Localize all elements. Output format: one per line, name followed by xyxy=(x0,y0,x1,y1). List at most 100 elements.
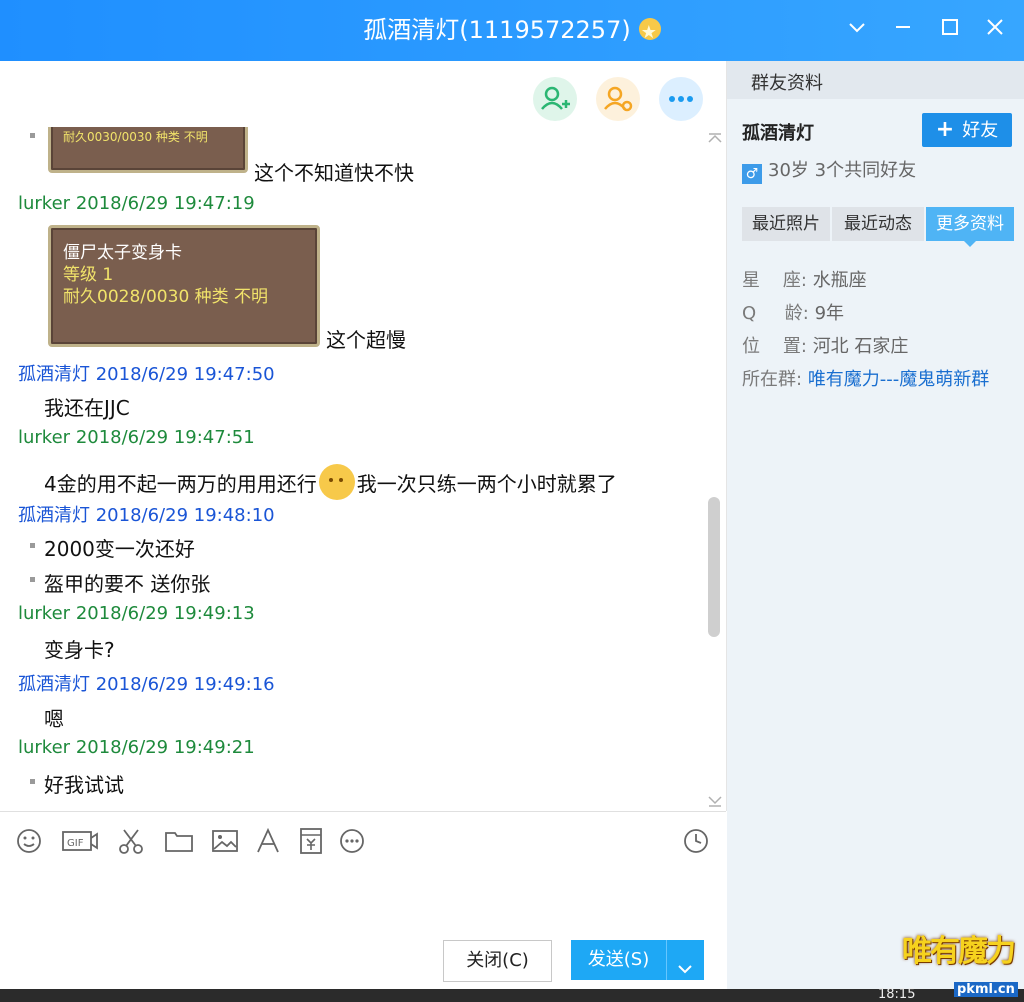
message-time: 2018/6/29 19:49:21 xyxy=(75,737,255,758)
sender-name: 孤酒清灯 xyxy=(18,674,90,695)
emoji-icon xyxy=(318,464,355,500)
tab-recent-photos[interactable]: 最近照片 xyxy=(742,207,830,241)
message-text: 嗯 xyxy=(44,707,64,731)
info-row-qage: Q 龄: 9年 xyxy=(742,299,844,325)
item-card-image[interactable]: 耐久0030/0030 种类 不明 xyxy=(48,127,248,173)
tab-more-info[interactable]: 更多资料 xyxy=(926,207,1014,241)
sender-name: lurker xyxy=(18,737,71,758)
sender-name: 孤酒清灯 xyxy=(18,364,90,385)
bullet xyxy=(30,543,35,548)
vip-star-icon xyxy=(638,2,661,63)
message-meta: lurker 2018/6/29 19:47:51 xyxy=(18,427,255,448)
message-time: 2018/6/29 19:47:51 xyxy=(75,427,255,448)
info-label: Q 龄: xyxy=(742,303,809,324)
info-value: 河北 石家庄 xyxy=(812,336,909,357)
profile-name: 孤酒清灯 xyxy=(742,123,814,144)
info-value: 9年 xyxy=(814,303,845,324)
scroll-down-icon[interactable] xyxy=(706,794,724,808)
folder-icon[interactable] xyxy=(164,826,194,856)
more-icon[interactable] xyxy=(337,826,367,856)
window-title: 孤酒清灯(1119572257) xyxy=(363,16,631,44)
card-durability: 耐久0028/0030 种类 不明 xyxy=(63,287,269,307)
message-text: 这个不知道快不快 xyxy=(254,161,414,185)
more-icon[interactable] xyxy=(659,77,703,121)
emoji-icon[interactable] xyxy=(14,826,44,856)
sender-name: lurker xyxy=(18,193,71,214)
item-card-image[interactable]: 僵尸太子变身卡 等级 1 耐久0028/0030 种类 不明 xyxy=(48,225,320,347)
chevron-down-icon[interactable] xyxy=(842,14,872,46)
info-label: 星 座: xyxy=(742,270,807,291)
message-time: 2018/6/29 19:49:13 xyxy=(75,603,255,624)
message-text: 2000变一次还好 xyxy=(44,537,195,561)
info-row-zodiac: 星 座: 水瓶座 xyxy=(742,266,867,292)
message-text: 这个超慢 xyxy=(326,328,406,352)
sender-name: lurker xyxy=(18,427,71,448)
message-time: 2018/6/29 19:47:19 xyxy=(75,193,255,214)
male-icon: ♂ xyxy=(742,164,762,184)
bullet xyxy=(30,577,35,582)
plus-icon: + xyxy=(935,117,955,142)
watermark-url: pkml.cn xyxy=(954,982,1018,997)
tab-recent-activity[interactable]: 最近动态 xyxy=(832,207,924,241)
info-label: 所在群: xyxy=(742,369,803,390)
message-meta: 孤酒清灯 2018/6/29 19:49:16 xyxy=(18,670,275,696)
taskbar: 18:15 xyxy=(0,987,1024,1002)
user-settings-icon[interactable] xyxy=(596,77,640,121)
bullet xyxy=(30,133,35,138)
message-meta: 孤酒清灯 2018/6/29 19:47:50 xyxy=(18,360,275,386)
add-friend-button[interactable]: + 好友 xyxy=(922,113,1012,147)
gif-icon[interactable]: GIF xyxy=(61,826,99,856)
close-icon[interactable] xyxy=(980,14,1010,46)
message-time: 2018/6/29 19:47:50 xyxy=(95,364,275,385)
sender-name: lurker xyxy=(18,603,71,624)
history-icon[interactable] xyxy=(681,826,711,856)
profile-panel: 群友资料 孤酒清灯 + 好友 ♂ 30岁 3个共同好友 最近照片 最近动态 更多资料… xyxy=(727,61,1024,989)
message-text: 我还在JJC xyxy=(44,396,130,420)
message-meta: lurker 2018/6/29 19:49:21 xyxy=(18,737,255,758)
chevron-down-icon[interactable] xyxy=(675,952,695,974)
info-row-location: 位 置: 河北 石家庄 xyxy=(742,332,908,358)
message-time: 2018/6/29 19:48:10 xyxy=(95,505,275,526)
message-text: 变身卡? xyxy=(44,638,115,662)
minimize-icon[interactable] xyxy=(888,14,918,46)
chat-scrollbar[interactable] xyxy=(708,497,720,637)
svg-text:GIF: GIF xyxy=(67,838,84,849)
sender-name: 孤酒清灯 xyxy=(18,505,90,526)
maximize-icon[interactable] xyxy=(935,14,965,46)
info-label: 位 置: xyxy=(742,336,807,357)
scroll-up-icon[interactable] xyxy=(706,129,724,143)
image-icon[interactable] xyxy=(210,826,240,856)
add-friend-icon[interactable] xyxy=(533,77,577,121)
group-link[interactable]: 唯有魔力---魔鬼萌新群 xyxy=(808,369,990,390)
message-text-with-emoji: 4金的用不起一两万的用用还行 我一次只练一两个小时就累了 xyxy=(44,464,617,500)
input-toolbar: GIF xyxy=(0,811,726,870)
message-text: 4金的用不起一两万的用用还行 xyxy=(44,472,317,496)
scissors-icon[interactable] xyxy=(116,826,146,856)
bullet xyxy=(30,779,35,784)
stats-text: 30岁 3个共同好友 xyxy=(768,160,917,181)
font-icon[interactable] xyxy=(253,826,283,856)
message-meta: 孤酒清灯 2018/6/29 19:48:10 xyxy=(18,501,275,527)
watermark-text: 唯有魔力 xyxy=(902,934,1016,969)
info-value: 水瓶座 xyxy=(812,270,867,291)
message-text: 我一次只练一两个小时就累了 xyxy=(356,472,617,496)
message-text: 盔甲的要不 送你张 xyxy=(44,572,211,596)
message-list[interactable]: 耐久0030/0030 种类 不明 这个不知道快不快 lurker 2018/6… xyxy=(0,127,705,811)
message-time: 2018/6/29 19:49:16 xyxy=(95,674,275,695)
info-row-group: 所在群: 唯有魔力---魔鬼萌新群 xyxy=(742,365,989,391)
message-meta: lurker 2018/6/29 19:47:19 xyxy=(18,193,255,214)
close-button[interactable]: 关闭(C) xyxy=(443,940,552,982)
profile-section-title: 群友资料 xyxy=(751,73,823,94)
message-text: 好我试试 xyxy=(44,773,124,797)
profile-stats: ♂ 30岁 3个共同好友 xyxy=(742,156,916,184)
add-friend-label: 好友 xyxy=(962,120,999,141)
send-button[interactable]: 发送(S) xyxy=(571,940,704,980)
chat-panel: 耐久0030/0030 种类 不明 这个不知道快不快 lurker 2018/6… xyxy=(0,61,727,811)
divider xyxy=(666,940,667,980)
tab-indicator xyxy=(964,241,976,247)
message-meta: lurker 2018/6/29 19:49:13 xyxy=(18,603,255,624)
profile-header: 群友资料 xyxy=(727,61,1024,99)
send-label: 发送(S) xyxy=(587,949,650,970)
red-packet-icon[interactable] xyxy=(296,826,326,856)
watermark-logo: 唯有魔力 pkml.cn xyxy=(900,912,1024,1002)
